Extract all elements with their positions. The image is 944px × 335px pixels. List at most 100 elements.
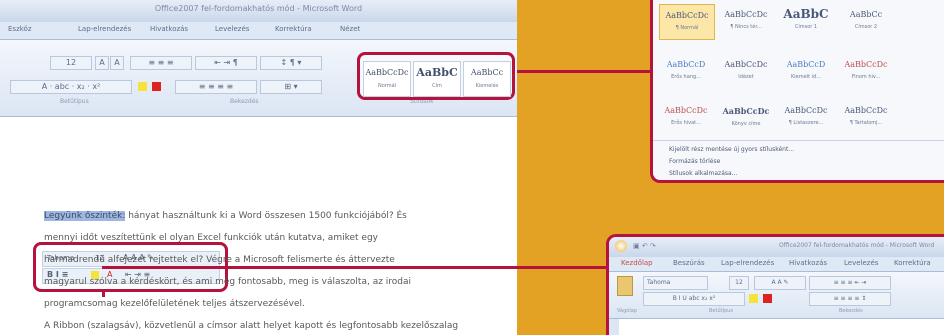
paragraph-line: mennyi időt veszítettünk el olyan Excel … (44, 227, 514, 249)
style-sample: AaBbC (783, 7, 829, 21)
word-window-right: ▣ ↶ ↷ Office2007 fel-fordomakhatós mód -… (606, 234, 944, 335)
font-size-select[interactable]: 12 (50, 56, 92, 70)
menu-apply-styles[interactable]: Stílusok alkalmazása... (669, 170, 737, 177)
sort-buttons[interactable]: ↕ ¶ ▾ (260, 56, 322, 70)
paragraph-line: programcsomag kezelőfelületének teljes á… (44, 293, 514, 315)
gallery-style-normal[interactable]: AaBbCcDc ¶ Normál (659, 4, 715, 40)
style-gallery-panel: AaBbCcDc ¶ Normál AaBbCcDc ¶ Nincs tér..… (650, 0, 944, 183)
tab-beszuras[interactable]: Beszúrás (673, 259, 705, 267)
line-text: A Ribbon (szalagsáv), közvetlenül a címs… (44, 321, 459, 331)
gallery-style-intense-quote[interactable]: AaBbCcD Kiemelt id... (779, 54, 833, 88)
gallery-divider (653, 140, 944, 141)
highlight-color-icon[interactable] (749, 294, 758, 303)
style-sample: AaBbCcD (786, 60, 826, 69)
gallery-style-list-paragraph[interactable]: AaBbCcDc ¶ Listaszere... (779, 100, 833, 134)
group-label-font: Betűtípus (60, 98, 89, 105)
callout-connector-mini (102, 266, 606, 269)
group-label-paragraph: Bekezdés (839, 308, 863, 314)
line-text: programcsomag kezelőfelületének teljes á… (44, 299, 305, 309)
style-name: Kiemelt id... (791, 74, 821, 80)
selected-text[interactable]: Legyünk őszinték: (44, 211, 126, 221)
font-color-icon[interactable] (152, 82, 161, 91)
callout-connector-mini-vertical (102, 292, 105, 297)
document-page[interactable] (619, 319, 944, 335)
style-name: Kiemelés (475, 83, 499, 89)
ribbon: Tahoma 12 A A ✎ ≡ ≡ ≡ ⇤ ⇥ B I U abc x₂ x… (609, 272, 944, 319)
document-text: Legyünk őszinték: hányat használtunk ki … (44, 205, 514, 335)
style-sample: AaBbC (416, 66, 458, 79)
tab-hivatkozas[interactable]: Hivatkozás (150, 25, 188, 33)
style-sample: AaBbCcDc (724, 60, 768, 69)
gallery-style-heading2[interactable]: AaBbCc Címsor 2 (839, 4, 893, 38)
style-name: Cím (432, 83, 442, 89)
style-emphasis[interactable]: AaBbCc Kiemelés (463, 61, 511, 97)
tab-kezdolap[interactable]: Eszköz (8, 25, 32, 33)
menu-save-selection[interactable]: Kijelölt rész mentése új gyors stíluskén… (669, 146, 794, 153)
align-buttons[interactable]: ≡ ≡ ≡ ≡ ↕ (809, 292, 891, 306)
font-color-icon[interactable] (763, 294, 772, 303)
font-select[interactable]: Tahoma (643, 276, 708, 290)
gallery-style-subtle-ref[interactable]: AaBbCcDc Finom hiv... (839, 54, 893, 88)
style-name: Erős hivat... (671, 120, 701, 126)
line-text: hányat használtunk ki a Word összesen 15… (125, 211, 407, 221)
tab-korrektura[interactable]: Korrektúra (894, 259, 931, 267)
gallery-style-heading1[interactable]: AaBbC Címsor 1 (779, 4, 833, 38)
gallery-style-toc[interactable]: AaBbCcDc ¶ Tartalomj... (839, 100, 893, 134)
style-sample: AaBbCcD (666, 60, 706, 69)
tab-levelezes[interactable]: Levelezés (215, 25, 249, 33)
tab-lap-elrendezes[interactable]: Lap-elrendezés (721, 259, 774, 267)
gallery-style-quote[interactable]: AaBbCcDc Idézet (719, 54, 773, 88)
style-normal[interactable]: AaBbCcDc Normál (363, 61, 411, 97)
shrink-font-button[interactable]: A (110, 56, 124, 70)
format-buttons[interactable]: B I U abc x₂ x² (643, 292, 745, 306)
quick-access-icons[interactable]: ▣ ↶ ↷ (633, 242, 656, 250)
tab-levelezes[interactable]: Levelezés (844, 259, 878, 267)
style-sample: AaBbCcDc (724, 10, 768, 19)
indent-buttons[interactable]: ⇤ ⇥ ¶ (195, 56, 257, 70)
paragraph-line: Legyünk őszinték: hányat használtunk ki … (44, 205, 514, 227)
menu-clear-formatting[interactable]: Formázás törlése (669, 158, 720, 165)
group-label-font: Betűtípus (709, 308, 733, 314)
gallery-style-intense[interactable]: AaBbCcD Erős hang... (659, 54, 713, 88)
paste-icon[interactable] (617, 276, 633, 296)
style-title[interactable]: AaBbC Cím (413, 61, 461, 97)
style-name: Idézet (738, 74, 754, 80)
paragraph-line: magyarul szólva a kérdéskört, és ami még… (44, 271, 514, 293)
shading-buttons[interactable]: ⊞ ▾ (260, 80, 322, 94)
title-bar: ▣ ↶ ↷ Office2007 fel-fordomakhatós mód -… (609, 237, 944, 257)
align-buttons[interactable]: ≡ ≡ ≡ ≡ (175, 80, 257, 94)
style-name: Címsor 1 (794, 24, 818, 30)
tab-hivatkozas[interactable]: Hivatkozás (789, 259, 827, 267)
style-name: ¶ Tartalomj... (849, 120, 883, 126)
grow-shrink-buttons[interactable]: A A ✎ (754, 276, 806, 290)
style-sample: AaBbCcDc (665, 11, 709, 20)
line-text: magyarul szólva a kérdéskört, és ami még… (44, 277, 412, 287)
tab-korrektura[interactable]: Korrektúra (275, 25, 312, 33)
group-label-paragraph: Bekezdés (230, 98, 259, 105)
window-title: Office2007 fel-fordomakhatós mód - Micro… (779, 242, 935, 249)
line-text: harmadrendű alfejezet rejtettek el? Végr… (44, 255, 395, 265)
highlight-color-icon[interactable] (138, 82, 147, 91)
style-name: ¶ Nincs tér... (730, 24, 762, 30)
office-button-icon[interactable] (615, 240, 627, 252)
list-buttons[interactable]: ≡ ≡ ≡ (130, 56, 192, 70)
style-name: Könyv címe (731, 121, 761, 127)
style-sample: AaBbCcDc (784, 106, 828, 115)
style-sample: AaBbCcDc (844, 60, 888, 69)
list-buttons[interactable]: ≡ ≡ ≡ ⇤ ⇥ (809, 276, 891, 290)
style-name: ¶ Normál (675, 25, 699, 31)
callout-connector-styles (517, 70, 650, 73)
gallery-style-intense-ref[interactable]: AaBbCcDc Erős hivat... (659, 100, 713, 134)
style-sample: AaBbCcDc (365, 68, 409, 77)
font-size-select[interactable]: 12 (729, 276, 749, 290)
gallery-style-book-title[interactable]: AaBbCcDc Könyv címe (719, 100, 773, 134)
tab-lap-elrendezes[interactable]: Lap-elrendezés (78, 25, 131, 33)
grow-font-button[interactable]: A (95, 56, 109, 70)
tab-kezdolap[interactable]: Kezdőlap (621, 259, 653, 267)
tab-nezet[interactable]: Nézet (340, 25, 360, 33)
format-buttons[interactable]: A · abc · x₂ · x² (10, 80, 132, 94)
window-title: Office2007 fel-fordomakhatós mód - Micro… (154, 4, 363, 13)
gallery-style-no-spacing[interactable]: AaBbCcDc ¶ Nincs tér... (719, 4, 773, 38)
style-name: Normál (377, 83, 397, 89)
style-sample: AaBbCc (849, 10, 883, 19)
